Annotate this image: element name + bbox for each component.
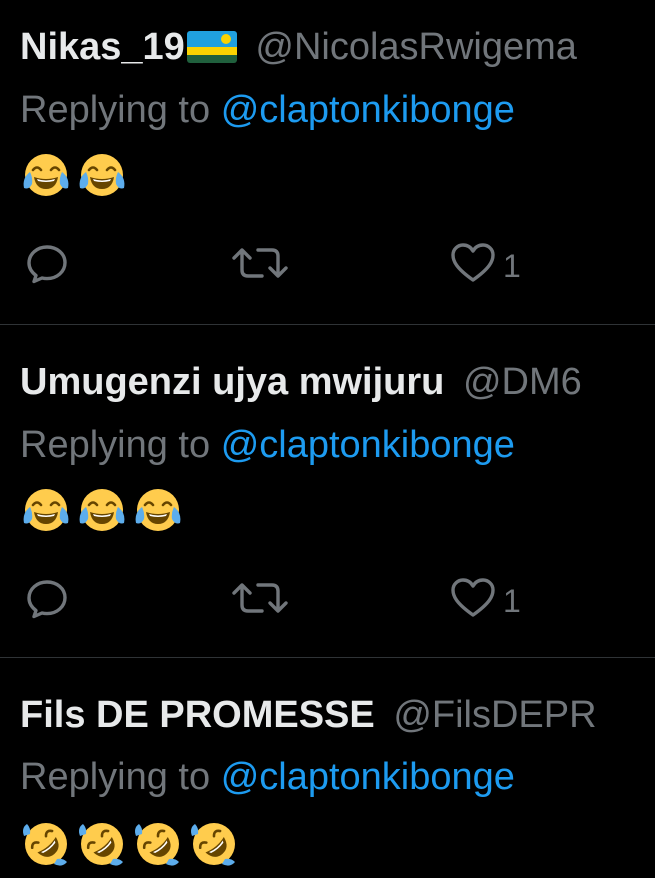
face-with-tears-of-joy-icon	[132, 485, 184, 537]
tweet-actions: 1	[0, 573, 655, 629]
like-button[interactable]	[448, 573, 498, 629]
like-icon	[451, 243, 495, 282]
rolling-on-the-floor-laughing-icon	[20, 818, 72, 870]
reply-icon	[27, 580, 67, 619]
tweet-text	[20, 818, 244, 874]
like-button[interactable]	[448, 238, 498, 294]
face-with-tears-of-joy-icon	[20, 150, 72, 202]
tweet-header: Nikas_19 @NicolasRwigema	[20, 22, 577, 72]
rwanda-flag-icon	[186, 31, 237, 63]
face-with-tears-of-joy-icon	[76, 150, 128, 202]
rolling-on-the-floor-laughing-icon	[76, 818, 128, 870]
tweet[interactable]: Nikas_19 @NicolasRwigema Replying to @cl…	[0, 0, 655, 325]
replying-to-label: Replying to	[20, 756, 211, 798]
face-with-tears-of-joy-icon	[76, 485, 128, 537]
display-name[interactable]: Fils DE PROMESSE	[20, 694, 375, 736]
like-count: 1	[503, 583, 521, 619]
reply-mention-link[interactable]: @claptonkibonge	[221, 756, 515, 798]
face-with-tears-of-joy-icon	[20, 485, 72, 537]
retweet-icon	[232, 248, 288, 278]
tweet-header: Umugenzi ujya mwijuru @DM6	[20, 357, 582, 407]
rolling-on-the-floor-laughing-icon	[188, 818, 240, 870]
like-count: 1	[503, 248, 521, 284]
tweet-text	[20, 150, 132, 206]
reply-mention-link[interactable]: @claptonkibonge	[221, 424, 515, 466]
tweet-text	[20, 485, 188, 541]
retweet-icon	[232, 583, 288, 613]
display-name[interactable]: Umugenzi ujya mwijuru	[20, 361, 444, 403]
reply-icon	[27, 245, 67, 284]
user-handle[interactable]: @DM6	[463, 361, 582, 403]
reply-button[interactable]	[22, 238, 72, 294]
reply-mention-link[interactable]: @claptonkibonge	[221, 89, 515, 131]
replying-to-line: Replying to @claptonkibonge	[20, 86, 515, 134]
tweet-actions: 1	[0, 238, 655, 294]
tweet-header: Fils DE PROMESSE @FilsDEPR	[20, 690, 597, 740]
replying-to-line: Replying to @claptonkibonge	[20, 421, 515, 469]
display-name[interactable]: Nikas_19	[20, 26, 185, 68]
tweet[interactable]: Umugenzi ujya mwijuru @DM6 Replying to @…	[0, 325, 655, 658]
retweet-button[interactable]	[230, 573, 290, 629]
retweet-button[interactable]	[230, 238, 290, 294]
user-handle[interactable]: @NicolasRwigema	[255, 26, 577, 68]
replying-to-label: Replying to	[20, 424, 211, 466]
tweet[interactable]: Fils DE PROMESSE @FilsDEPR Replying to @…	[0, 658, 655, 878]
like-icon	[451, 578, 495, 617]
reply-button[interactable]	[22, 573, 72, 629]
replying-to-label: Replying to	[20, 89, 211, 131]
replying-to-line: Replying to @claptonkibonge	[20, 753, 515, 801]
user-handle[interactable]: @FilsDEPR	[393, 694, 596, 736]
rolling-on-the-floor-laughing-icon	[132, 818, 184, 870]
